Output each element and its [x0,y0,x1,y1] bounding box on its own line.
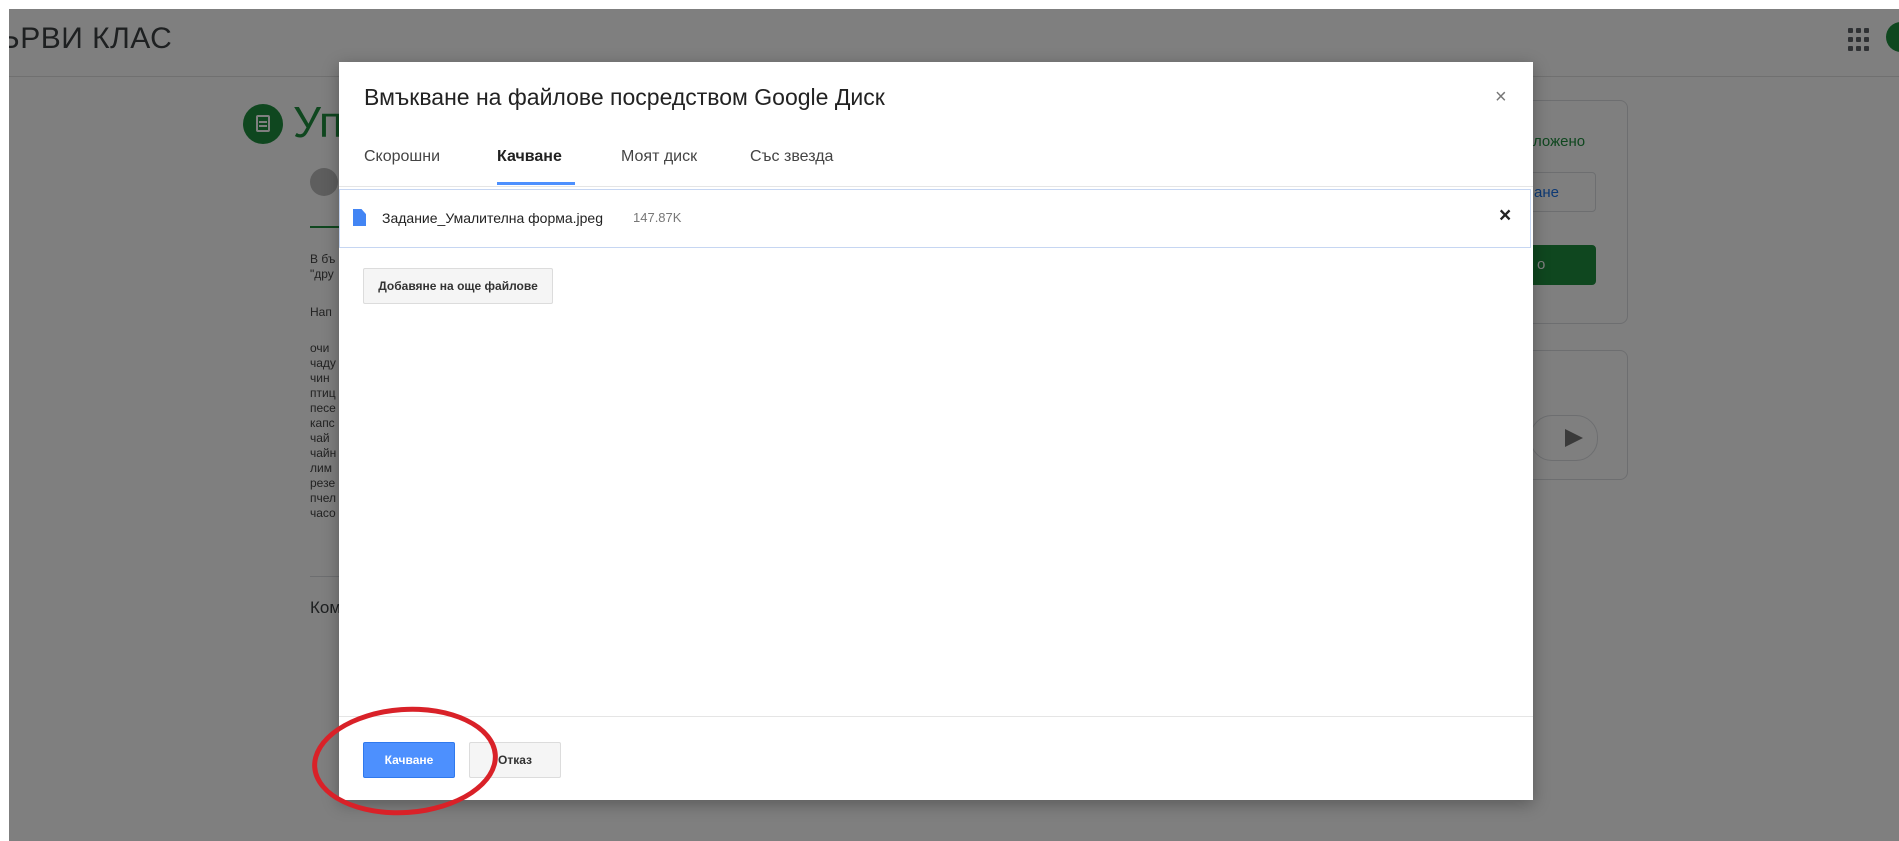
close-icon[interactable]: × [1495,86,1507,109]
dialog-title: Вмъкване на файлове посредством Google Д… [364,84,885,110]
file-icon [353,209,366,226]
file-size: 147.87K [633,210,682,225]
screenshot-border [0,0,9,841]
screenshot-border [0,0,1899,9]
footer-divider [339,716,1533,717]
tabs-divider [339,186,1533,187]
file-name: Задание_Умалителна форма.jpeg [382,210,603,226]
drive-picker-dialog: Вмъкване на файлове посредством Google Д… [339,62,1533,800]
tab-my-drive[interactable]: Моят диск [621,148,697,166]
active-tab-indicator [497,182,575,185]
add-more-files-button[interactable]: Добавяне на още файлове [363,268,553,304]
tab-upload[interactable]: Качване [497,148,562,166]
upload-file-row: Задание_Умалителна форма.jpeg 147.87K × [339,189,1531,248]
tab-recent[interactable]: Скорошни [364,148,440,166]
tab-starred[interactable]: Със звезда [750,148,833,166]
remove-file-icon[interactable]: × [1499,204,1511,228]
